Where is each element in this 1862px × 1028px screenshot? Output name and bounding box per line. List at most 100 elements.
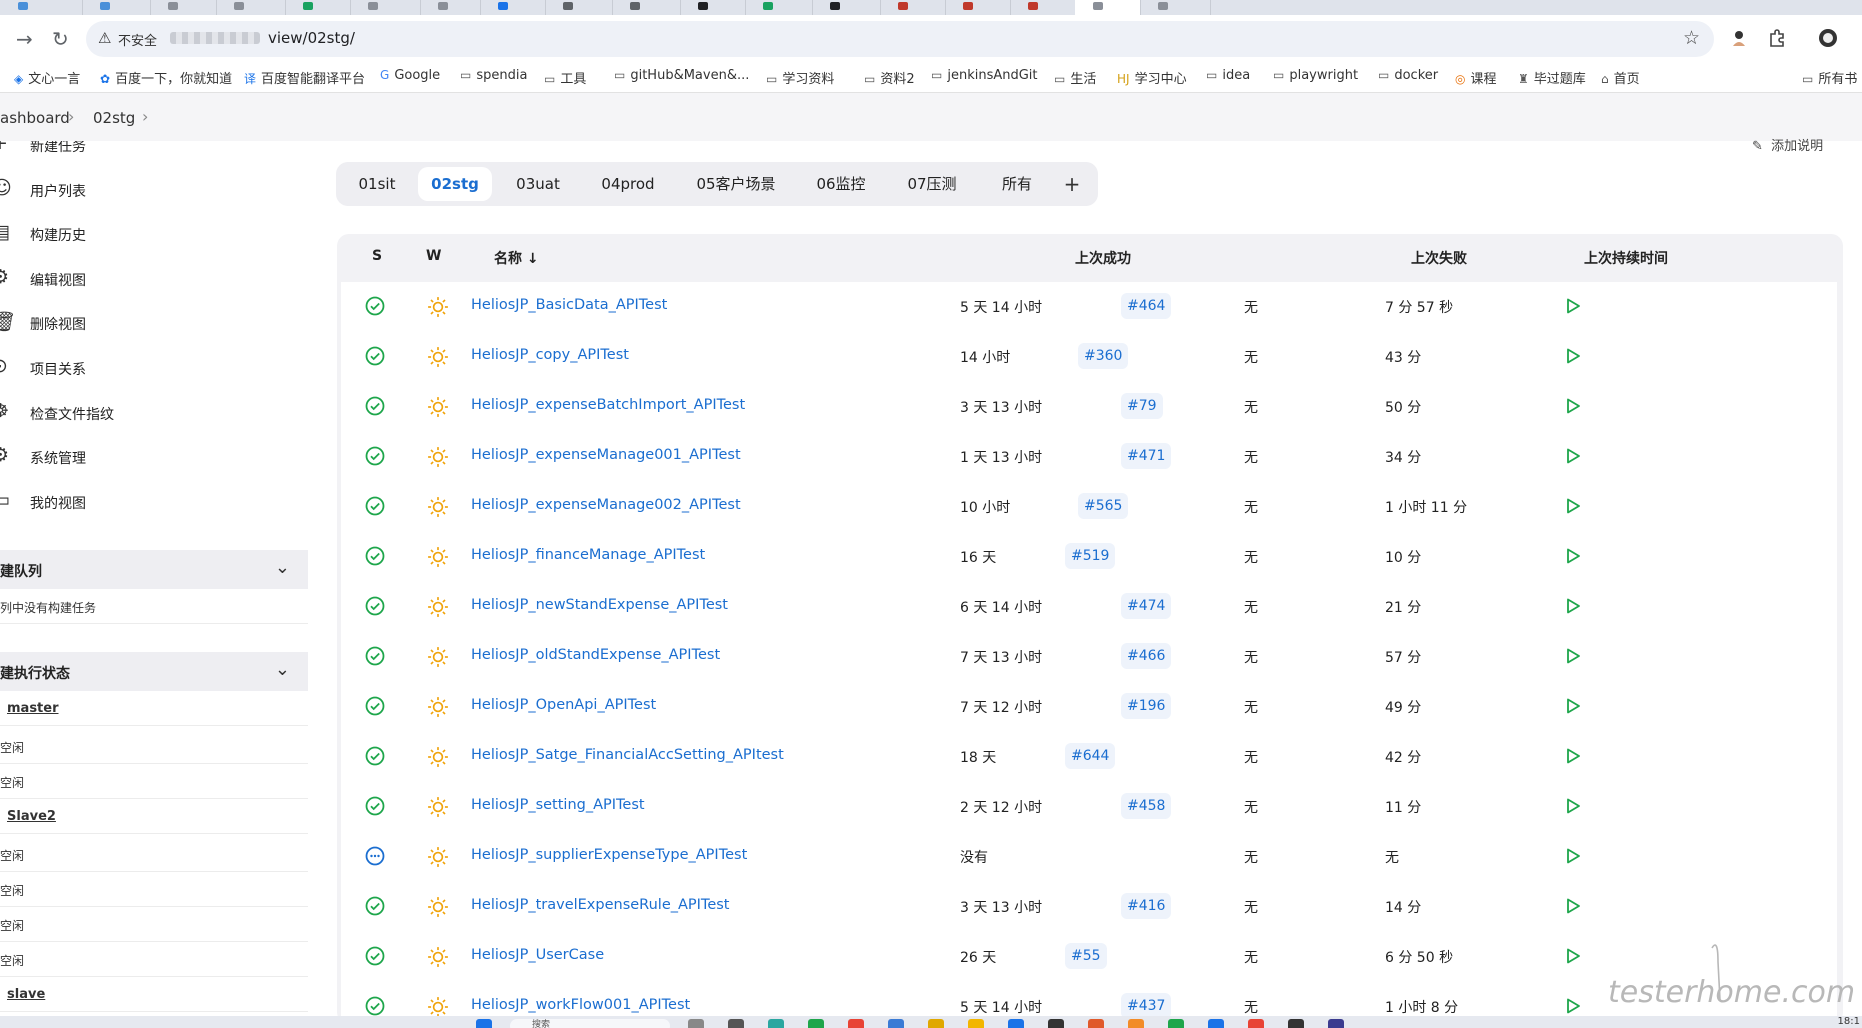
forward-icon[interactable]: → <box>16 29 33 49</box>
header-last-success[interactable]: 上次成功 <box>1075 248 1131 268</box>
build-number-link[interactable]: #196 <box>1121 693 1172 719</box>
bookmark-4[interactable]: G Google <box>380 68 440 83</box>
job-name-link[interactable]: HeliosJP_copy_APITest <box>471 347 629 363</box>
bookmark-13[interactable]: ▭ idea <box>1206 68 1250 83</box>
browser-tab[interactable] <box>82 0 151 15</box>
executor-node-name[interactable]: master <box>7 701 59 716</box>
bookmark-17[interactable]: ♜ 毕过题库 <box>1518 68 1586 87</box>
taskbar-app-icon[interactable] <box>1168 1019 1184 1028</box>
taskbar-app-icon[interactable] <box>688 1019 704 1028</box>
bookmark-3[interactable]: 译百度智能翻译平台 <box>244 68 365 87</box>
browser-tab[interactable] <box>480 0 546 15</box>
build-number-link[interactable]: #565 <box>1078 493 1129 519</box>
play-build-icon[interactable] <box>1562 896 1582 916</box>
bookmark-6[interactable]: ▭ 工具 <box>544 68 586 87</box>
bookmark-16[interactable]: ◎ 课程 <box>1455 68 1497 87</box>
chevron-down-icon[interactable]: ⌄ <box>275 557 290 578</box>
bookmark-19[interactable]: ▭ 所有书 <box>1802 68 1857 87</box>
build-number-link[interactable]: #644 <box>1065 743 1116 769</box>
tab-07压测[interactable]: 07压测 <box>890 167 974 201</box>
executor-node[interactable]: master <box>0 691 308 726</box>
job-name-link[interactable]: HeliosJP_UserCase <box>471 947 604 963</box>
play-build-icon[interactable] <box>1562 546 1582 566</box>
job-name-link[interactable]: HeliosJP_OpenApi_APITest <box>471 697 656 713</box>
build-queue-header[interactable]: 建队列 ⌄ <box>0 550 308 589</box>
build-number-link[interactable]: #464 <box>1121 293 1172 319</box>
browser-tab[interactable] <box>880 0 946 15</box>
bookmark-14[interactable]: ▭ playwright <box>1273 68 1358 83</box>
job-name-link[interactable]: HeliosJP_setting_APITest <box>471 797 645 813</box>
browser-tab[interactable] <box>945 0 1011 15</box>
header-last-failure[interactable]: 上次失败 <box>1411 248 1467 268</box>
browser-tab[interactable] <box>680 0 746 15</box>
browser-tab[interactable] <box>1140 0 1211 15</box>
breadcrumb-dashboard[interactable]: ashboard <box>0 109 70 127</box>
sidebar-item-4[interactable]: ⚙ 编辑视图 <box>0 262 300 300</box>
play-build-icon[interactable] <box>1562 396 1582 416</box>
taskbar-app-icon[interactable] <box>1208 1019 1224 1028</box>
play-build-icon[interactable] <box>1562 496 1582 516</box>
play-build-icon[interactable] <box>1562 596 1582 616</box>
job-name-link[interactable]: HeliosJP_travelExpenseRule_APITest <box>471 897 729 913</box>
build-number-link[interactable]: #474 <box>1121 593 1172 619</box>
job-name-link[interactable]: HeliosJP_BasicData_APITest <box>471 297 667 313</box>
taskbar-app-icon[interactable] <box>728 1019 744 1028</box>
taskbar-app-icon[interactable] <box>1328 1019 1344 1028</box>
bookmark-18[interactable]: ⌂ 首页 <box>1601 68 1640 87</box>
executor-node[interactable]: Slave2 <box>0 799 308 834</box>
taskbar-app-icon[interactable] <box>1008 1019 1024 1028</box>
job-name-link[interactable]: HeliosJP_newStandExpense_APITest <box>471 597 728 613</box>
taskbar-app-icon[interactable] <box>1248 1019 1264 1028</box>
bookmark-2[interactable]: ✿ 百度一下，你就知道 <box>100 68 232 87</box>
chevron-down-icon[interactable]: ⌄ <box>275 659 290 680</box>
sidebar-item-8[interactable]: ⚙ 系统管理 <box>0 440 300 478</box>
taskbar-app-icon[interactable] <box>1128 1019 1144 1028</box>
build-number-link[interactable]: #519 <box>1065 543 1116 569</box>
build-number-link[interactable]: #471 <box>1121 443 1172 469</box>
play-build-icon[interactable] <box>1562 446 1582 466</box>
tab-01sit[interactable]: 01sit <box>344 167 410 201</box>
avatar-icon[interactable] <box>1729 28 1749 48</box>
taskbar-app-icon[interactable] <box>848 1019 864 1028</box>
taskbar-app-icon[interactable] <box>768 1019 784 1028</box>
executor-status-header[interactable]: 建执行状态 ⌄ <box>0 652 308 691</box>
taskbar-app-icon[interactable] <box>968 1019 984 1028</box>
browser-tab[interactable] <box>350 0 421 15</box>
job-name-link[interactable]: HeliosJP_expenseManage001_APITest <box>471 447 741 463</box>
job-name-link[interactable]: HeliosJP_workFlow001_APITest <box>471 997 690 1013</box>
url-text[interactable]: view/02stg/ <box>268 29 355 47</box>
browser-tab[interactable] <box>150 0 217 15</box>
tab-所有[interactable]: 所有 <box>982 167 1052 201</box>
play-build-icon[interactable] <box>1562 996 1582 1016</box>
header-name[interactable]: 名称 ↓ <box>494 248 539 268</box>
bookmark-7[interactable]: ▭ gitHub&Maven&... <box>614 68 749 83</box>
play-build-icon[interactable] <box>1562 346 1582 366</box>
sidebar-item-2[interactable]: ☺ 用户列表 <box>0 173 300 211</box>
build-number-link[interactable]: #466 <box>1121 643 1172 669</box>
browser-tab[interactable] <box>812 0 881 15</box>
job-name-link[interactable]: HeliosJP_oldStandExpense_APITest <box>471 647 720 663</box>
taskbar-search[interactable]: 搜索 <box>510 1019 670 1028</box>
taskbar-app-icon[interactable] <box>1088 1019 1104 1028</box>
play-build-icon[interactable] <box>1562 746 1582 766</box>
security-label[interactable]: 不安全 <box>118 30 157 49</box>
chevron-right-icon[interactable]: › <box>142 107 148 126</box>
taskbar-app-icon[interactable] <box>888 1019 904 1028</box>
tab-02stg[interactable]: 02stg <box>418 167 492 201</box>
job-name-link[interactable]: HeliosJP_financeManage_APITest <box>471 547 705 563</box>
play-build-icon[interactable] <box>1562 946 1582 966</box>
browser-tab[interactable] <box>216 0 286 15</box>
header-status[interactable]: S <box>372 248 382 264</box>
tab-05客户场景[interactable]: 05客户场景 <box>680 167 792 201</box>
add-view-button[interactable]: + <box>1054 167 1090 201</box>
taskbar-app-icon[interactable] <box>1048 1019 1064 1028</box>
profile-avatar[interactable] <box>1818 28 1838 48</box>
tab-06监控[interactable]: 06监控 <box>800 167 882 201</box>
bookmark-5[interactable]: ▭ spendia <box>460 68 527 83</box>
build-number-link[interactable]: #55 <box>1065 943 1107 969</box>
build-number-link[interactable]: #458 <box>1121 793 1172 819</box>
sidebar-item-7[interactable]: ☸ 检查文件指纹 <box>0 396 300 434</box>
browser-tab[interactable] <box>1010 0 1076 15</box>
bookmark-1[interactable]: ◈ 文心一言 <box>14 68 80 87</box>
sidebar-item-5[interactable]: 🗑 删除视图 <box>0 306 300 344</box>
